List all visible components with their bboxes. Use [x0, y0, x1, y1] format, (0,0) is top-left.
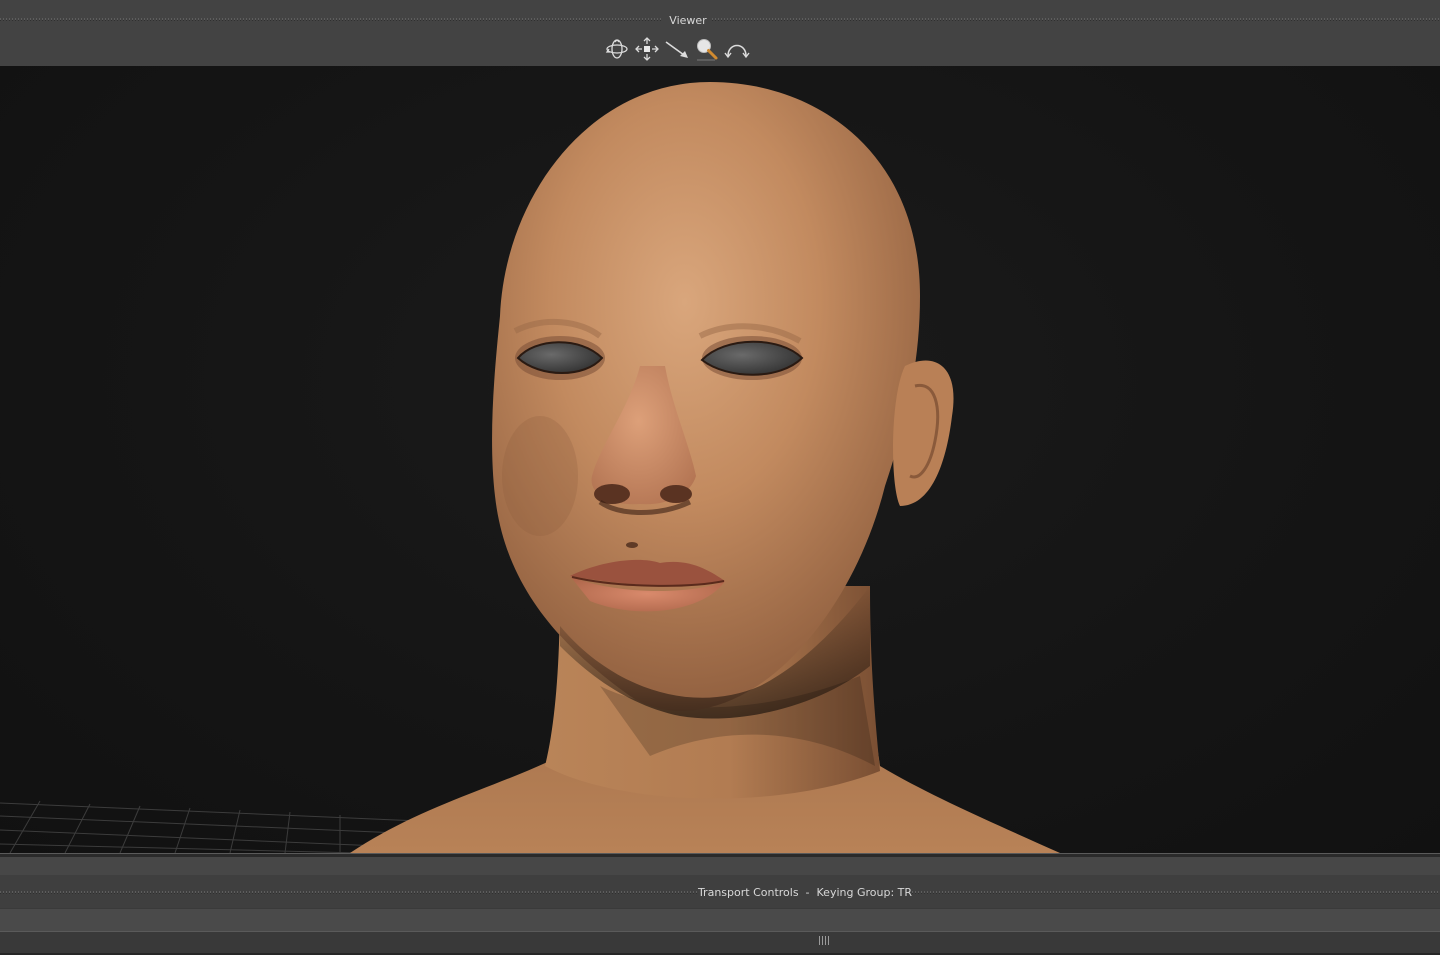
floor-grid	[0, 800, 421, 853]
viewer-toolbar	[604, 34, 750, 64]
arc-icon	[724, 44, 750, 59]
pan-tool-button[interactable]	[634, 35, 660, 63]
bottom-strip	[0, 931, 1440, 955]
viewport-3d[interactable]	[0, 66, 1440, 853]
panel-resize-handle[interactable]	[819, 936, 829, 945]
zoom-tool-button[interactable]	[694, 35, 720, 63]
orbit-icon	[605, 39, 628, 59]
arc-tool-button[interactable]	[724, 35, 750, 63]
viewer-title: Viewer	[669, 14, 707, 27]
transport-top-strip	[0, 857, 1440, 879]
transport-body	[0, 908, 1440, 932]
dolly-tool-button[interactable]	[664, 35, 690, 63]
zoom-icon	[697, 39, 718, 61]
viewport-canvas	[0, 82, 1060, 853]
application-window: Viewer Transport Controls - Keying Group…	[0, 0, 1440, 955]
orbit-tool-button[interactable]	[604, 35, 630, 63]
viewer-header: Viewer	[0, 0, 1440, 66]
dolly-icon	[665, 41, 688, 58]
transport-title: Transport Controls - Keying Group: TR	[697, 886, 913, 899]
head-model[interactable]	[350, 82, 1060, 853]
pan-icon	[635, 37, 659, 61]
